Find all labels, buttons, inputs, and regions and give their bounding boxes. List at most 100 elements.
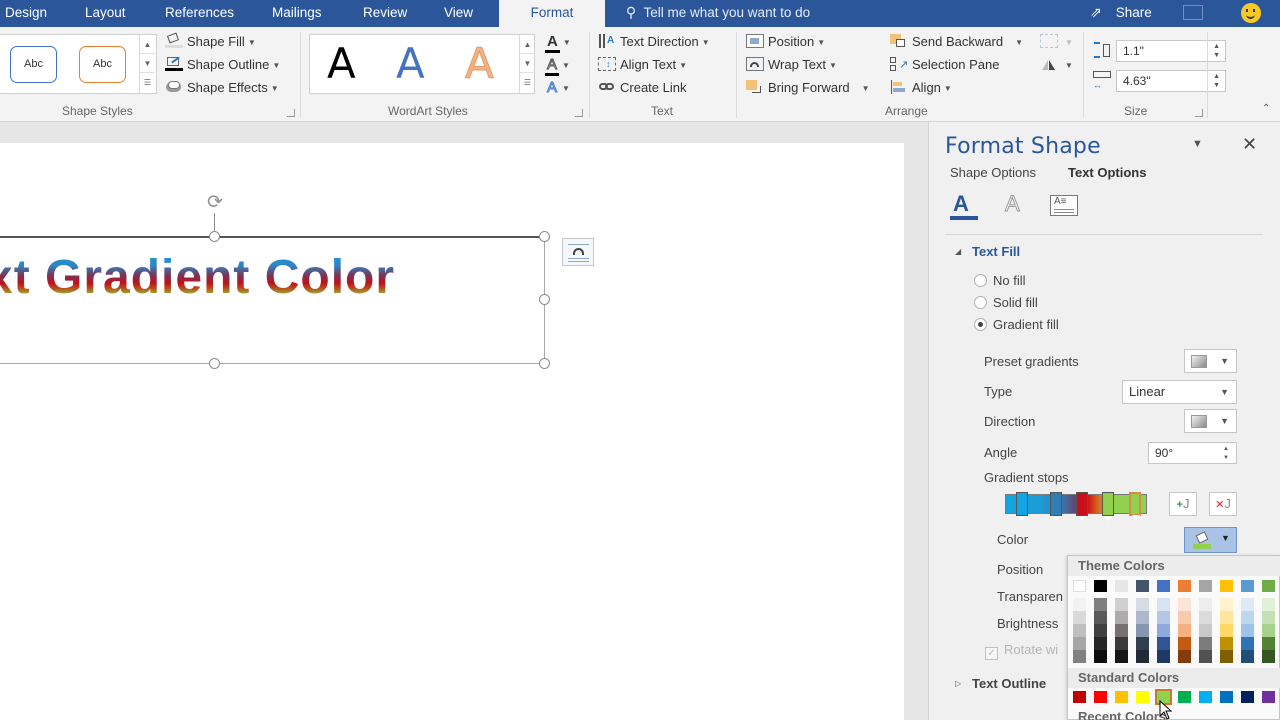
standard-color-swatch[interactable] [1115,691,1128,703]
theme-shade-swatch[interactable] [1178,650,1191,663]
theme-color-swatch[interactable] [1178,580,1191,592]
wordart-launcher-icon[interactable] [575,109,583,117]
theme-shade-swatch[interactable] [1136,624,1149,637]
theme-shade-swatch[interactable] [1262,637,1275,650]
theme-shade-swatch[interactable] [1199,611,1212,624]
shape-width-input[interactable]: 4.63" ▲ ▼ [1116,70,1226,92]
gradient-stop-1[interactable] [1016,492,1028,521]
angle-spinner-icon[interactable]: ▲ ▼ [1223,445,1229,463]
gradient-stop-2[interactable] [1050,492,1062,521]
gradient-stop-3[interactable] [1076,492,1088,521]
theme-shade-swatch[interactable] [1220,650,1233,663]
radio-solid-fill[interactable]: Solid fill [974,294,1038,312]
shape-effects-button[interactable]: Shape Effects ▼ [165,78,279,98]
theme-shade-swatch[interactable] [1199,637,1212,650]
tab-mailings[interactable]: Mailings [272,0,322,27]
theme-shade-swatch[interactable] [1115,624,1128,637]
theme-shade-swatch[interactable] [1073,611,1086,624]
angle-input[interactable]: 90° ▲ ▼ [1148,442,1237,464]
theme-shade-swatch[interactable] [1073,650,1086,663]
shape-style-blue[interactable]: Abc [10,46,57,83]
theme-shade-swatch[interactable] [1157,650,1170,663]
resize-handle-bottom-right[interactable] [539,358,550,369]
tab-view[interactable]: View [444,0,473,27]
theme-shade-swatch[interactable] [1199,650,1212,663]
theme-color-swatch[interactable] [1094,580,1107,592]
align-text-button[interactable]: ↕ Align Text ▼ [598,55,687,75]
rotate-with-shape-checkbox[interactable]: ✓ Rotate wi [985,642,1058,660]
resize-handle-right[interactable] [539,294,550,305]
text-effects-icon[interactable]: A [1002,192,1032,221]
theme-shade-swatch[interactable] [1136,598,1149,611]
standard-color-swatch[interactable] [1073,691,1086,703]
text-fill-outline-icon[interactable]: A [950,193,980,221]
theme-shade-swatch[interactable] [1094,650,1107,663]
theme-shade-swatch[interactable] [1115,598,1128,611]
position-button[interactable]: Position ▼ [746,32,825,52]
gallery-down-icon[interactable]: ▼ [520,54,535,73]
wrap-text-button[interactable]: Wrap Text ▼ [746,55,837,75]
theme-color-swatch[interactable] [1199,580,1212,592]
theme-shade-swatch[interactable] [1241,650,1254,663]
theme-shade-swatch[interactable] [1178,637,1191,650]
theme-shade-swatch[interactable] [1073,598,1086,611]
theme-shade-swatch[interactable] [1199,598,1212,611]
tab-text-options[interactable]: Text Options [1068,165,1146,180]
theme-color-swatch[interactable] [1220,580,1233,592]
theme-shade-swatch[interactable] [1220,611,1233,624]
theme-shade-swatch[interactable] [1094,611,1107,624]
theme-color-swatch[interactable] [1157,580,1170,592]
remove-gradient-stop-button[interactable]: ✕J [1209,492,1237,516]
theme-shade-swatch[interactable] [1157,598,1170,611]
theme-shade-swatch[interactable] [1157,637,1170,650]
theme-shade-swatch[interactable] [1241,624,1254,637]
shape-gallery-scroll[interactable]: ▲ ▼ ☰ [139,35,155,93]
tell-me-search[interactable]: ⚲ Tell me what you want to do [622,0,810,27]
theme-shade-swatch[interactable] [1094,637,1107,650]
gradient-text[interactable]: xt Gradient Color [0,250,395,305]
group-objects-button[interactable]: ▼ [1040,32,1073,52]
send-backward-button[interactable]: Send Backward ▼ [890,32,1023,52]
gradient-type-dropdown[interactable]: Linear ▼ [1122,380,1237,404]
theme-shade-swatch[interactable] [1094,598,1107,611]
shape-styles-launcher-icon[interactable] [287,109,295,117]
gradient-stop-5-selected[interactable] [1129,492,1141,520]
theme-shade-swatch[interactable] [1094,624,1107,637]
standard-color-swatch[interactable] [1262,691,1275,703]
theme-shade-swatch[interactable] [1136,611,1149,624]
theme-shade-swatch[interactable] [1220,637,1233,650]
color-picker-button[interactable]: ▼ [1184,527,1237,553]
theme-shade-swatch[interactable] [1241,637,1254,650]
theme-shade-swatch[interactable] [1136,637,1149,650]
wordart-style-black[interactable]: A [327,39,356,88]
theme-color-swatch[interactable] [1115,580,1128,592]
height-spinner-icon[interactable]: ▲ ▼ [1213,42,1220,60]
gallery-more-icon[interactable]: ☰ [140,73,155,92]
tab-review[interactable]: Review [363,0,407,27]
tab-layout[interactable]: Layout [85,0,126,27]
resize-handle-top[interactable] [209,231,220,242]
theme-shade-swatch[interactable] [1157,611,1170,624]
gallery-more-icon[interactable]: ☰ [520,73,535,92]
rotate-handle-icon[interactable]: ⟳ [203,192,227,214]
theme-shade-swatch[interactable] [1220,598,1233,611]
tab-design[interactable]: Design [5,0,47,27]
standard-color-swatch[interactable] [1199,691,1212,703]
standard-color-swatch[interactable] [1178,691,1191,703]
theme-shade-swatch[interactable] [1115,611,1128,624]
theme-shade-swatch[interactable] [1073,637,1086,650]
theme-color-swatch[interactable] [1136,580,1149,592]
radio-button-selected[interactable] [974,318,987,331]
wordart-gallery-scroll[interactable]: ▲ ▼ ☰ [519,35,535,93]
theme-shade-swatch[interactable] [1178,598,1191,611]
checkbox[interactable]: ✓ [985,647,998,660]
theme-shade-swatch[interactable] [1178,624,1191,637]
add-gradient-stop-button[interactable]: +J [1169,492,1197,516]
comments-icon[interactable] [1183,5,1203,20]
feedback-smiley-icon[interactable] [1241,3,1261,23]
gallery-up-icon[interactable]: ▲ [140,35,155,54]
gallery-up-icon[interactable]: ▲ [520,35,535,54]
radio-gradient-fill[interactable]: Gradient fill [974,316,1059,334]
theme-shade-swatch[interactable] [1178,611,1191,624]
theme-color-swatch[interactable] [1241,580,1254,592]
